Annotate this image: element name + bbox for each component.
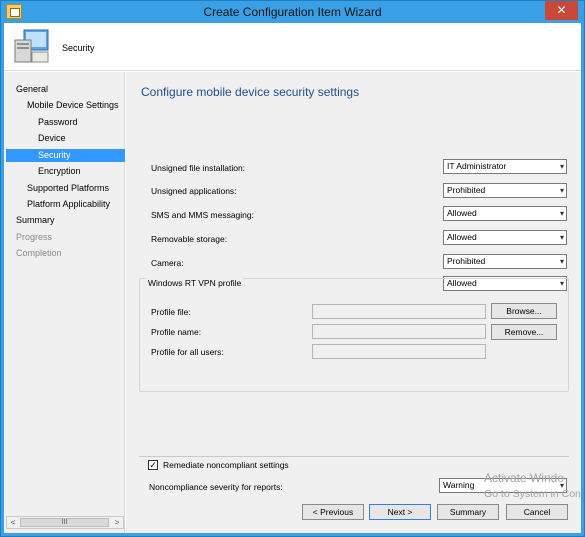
unsigned-file-installation-select[interactable]: IT Administrator ▾: [443, 159, 567, 174]
removable-storage-select[interactable]: Allowed ▾: [443, 230, 567, 245]
scroll-thumb[interactable]: III: [20, 518, 109, 527]
title-bar[interactable]: Create Configuration Item Wizard ✕: [1, 1, 584, 23]
profile-name-label: Profile name:: [151, 327, 202, 337]
chevron-down-icon: ▾: [559, 162, 564, 171]
profile-all-users-field: [312, 344, 486, 359]
page-title: Configure mobile device security setting…: [141, 85, 360, 99]
nav-item-mobile-device-settings[interactable]: Mobile Device Settings: [27, 99, 119, 112]
wizard-window: Create Configuration Item Wizard ✕ Secur…: [0, 0, 585, 537]
nav-horizontal-scrollbar[interactable]: < III >: [6, 516, 124, 529]
section-divider: [139, 456, 569, 457]
nav-item-device[interactable]: Device: [38, 132, 66, 145]
vpn-group-title: Windows RT VPN profile: [146, 278, 244, 288]
chevron-down-icon: ▾: [559, 186, 564, 195]
sms-mms-messaging-select[interactable]: Allowed ▾: [443, 206, 567, 221]
next-button[interactable]: Next >: [369, 504, 431, 520]
scroll-right-icon[interactable]: >: [111, 517, 123, 528]
profile-file-field: [312, 304, 486, 319]
main-panel: Configure mobile device security setting…: [126, 72, 581, 533]
sms-mms-messaging-label: SMS and MMS messaging:: [151, 210, 254, 220]
nav-item-supported-platforms[interactable]: Supported Platforms: [27, 182, 109, 195]
camera-value: Prohibited: [447, 256, 486, 266]
chevron-down-icon: ▾: [559, 257, 564, 266]
sms-mms-messaging-value: Allowed: [447, 208, 477, 218]
nav-item-platform-applicability[interactable]: Platform Applicability: [27, 198, 110, 211]
cancel-button[interactable]: Cancel: [506, 504, 568, 520]
unsigned-file-installation-value: IT Administrator: [447, 161, 507, 171]
vpn-profile-group: Windows RT VPN profile Profile file: Bro…: [139, 278, 569, 392]
removable-storage-value: Allowed: [447, 232, 477, 242]
nav-item-progress: Progress: [16, 232, 53, 242]
remediate-checkbox[interactable]: ✓: [148, 460, 158, 470]
severity-label: Noncompliance severity for reports:: [149, 482, 283, 492]
activation-watermark-title: Activate Windo: [484, 471, 565, 485]
window-title: Create Configuration Item Wizard: [203, 5, 382, 19]
nav-item-summary[interactable]: Summary: [16, 214, 55, 227]
wizard-nav: General Mobile Device Settings Password …: [4, 72, 125, 533]
profile-name-field: [312, 324, 486, 339]
profile-file-label: Profile file:: [151, 307, 191, 317]
unsigned-applications-value: Prohibited: [447, 185, 486, 195]
nav-item-password[interactable]: Password: [38, 116, 78, 129]
nav-item-general[interactable]: General: [16, 83, 48, 96]
removable-storage-label: Removable storage:: [151, 234, 228, 244]
unsigned-applications-select[interactable]: Prohibited ▾: [443, 183, 567, 198]
nav-item-security[interactable]: Security: [6, 149, 125, 162]
chevron-down-icon: ▾: [559, 209, 564, 218]
close-button[interactable]: ✕: [545, 1, 578, 20]
unsigned-file-installation-label: Unsigned file installation:: [151, 163, 246, 173]
chevron-down-icon: ▾: [559, 233, 564, 242]
severity-value: Warning: [443, 480, 475, 490]
profile-all-users-label: Profile for all users:: [151, 347, 224, 357]
unsigned-applications-label: Unsigned applications:: [151, 186, 237, 196]
camera-select[interactable]: Prohibited ▾: [443, 254, 567, 269]
activation-watermark-subtitle: Go to System in Con: [484, 488, 581, 500]
wizard-header: Security: [4, 23, 581, 71]
previous-button[interactable]: < Previous: [302, 504, 364, 520]
nav-item-completion: Completion: [16, 248, 62, 258]
browse-button[interactable]: Browse...: [491, 303, 557, 319]
nav-item-encryption[interactable]: Encryption: [38, 165, 81, 178]
page-label: Security: [62, 43, 95, 53]
wizard-client: Security General Mobile Device Settings …: [4, 23, 581, 533]
remediate-label: Remediate noncompliant settings: [163, 460, 289, 470]
scroll-left-icon[interactable]: <: [7, 517, 19, 528]
remove-button[interactable]: Remove...: [491, 324, 557, 340]
summary-button[interactable]: Summary: [437, 504, 499, 520]
camera-label: Camera:: [151, 258, 184, 268]
computer-icon: [14, 29, 49, 63]
